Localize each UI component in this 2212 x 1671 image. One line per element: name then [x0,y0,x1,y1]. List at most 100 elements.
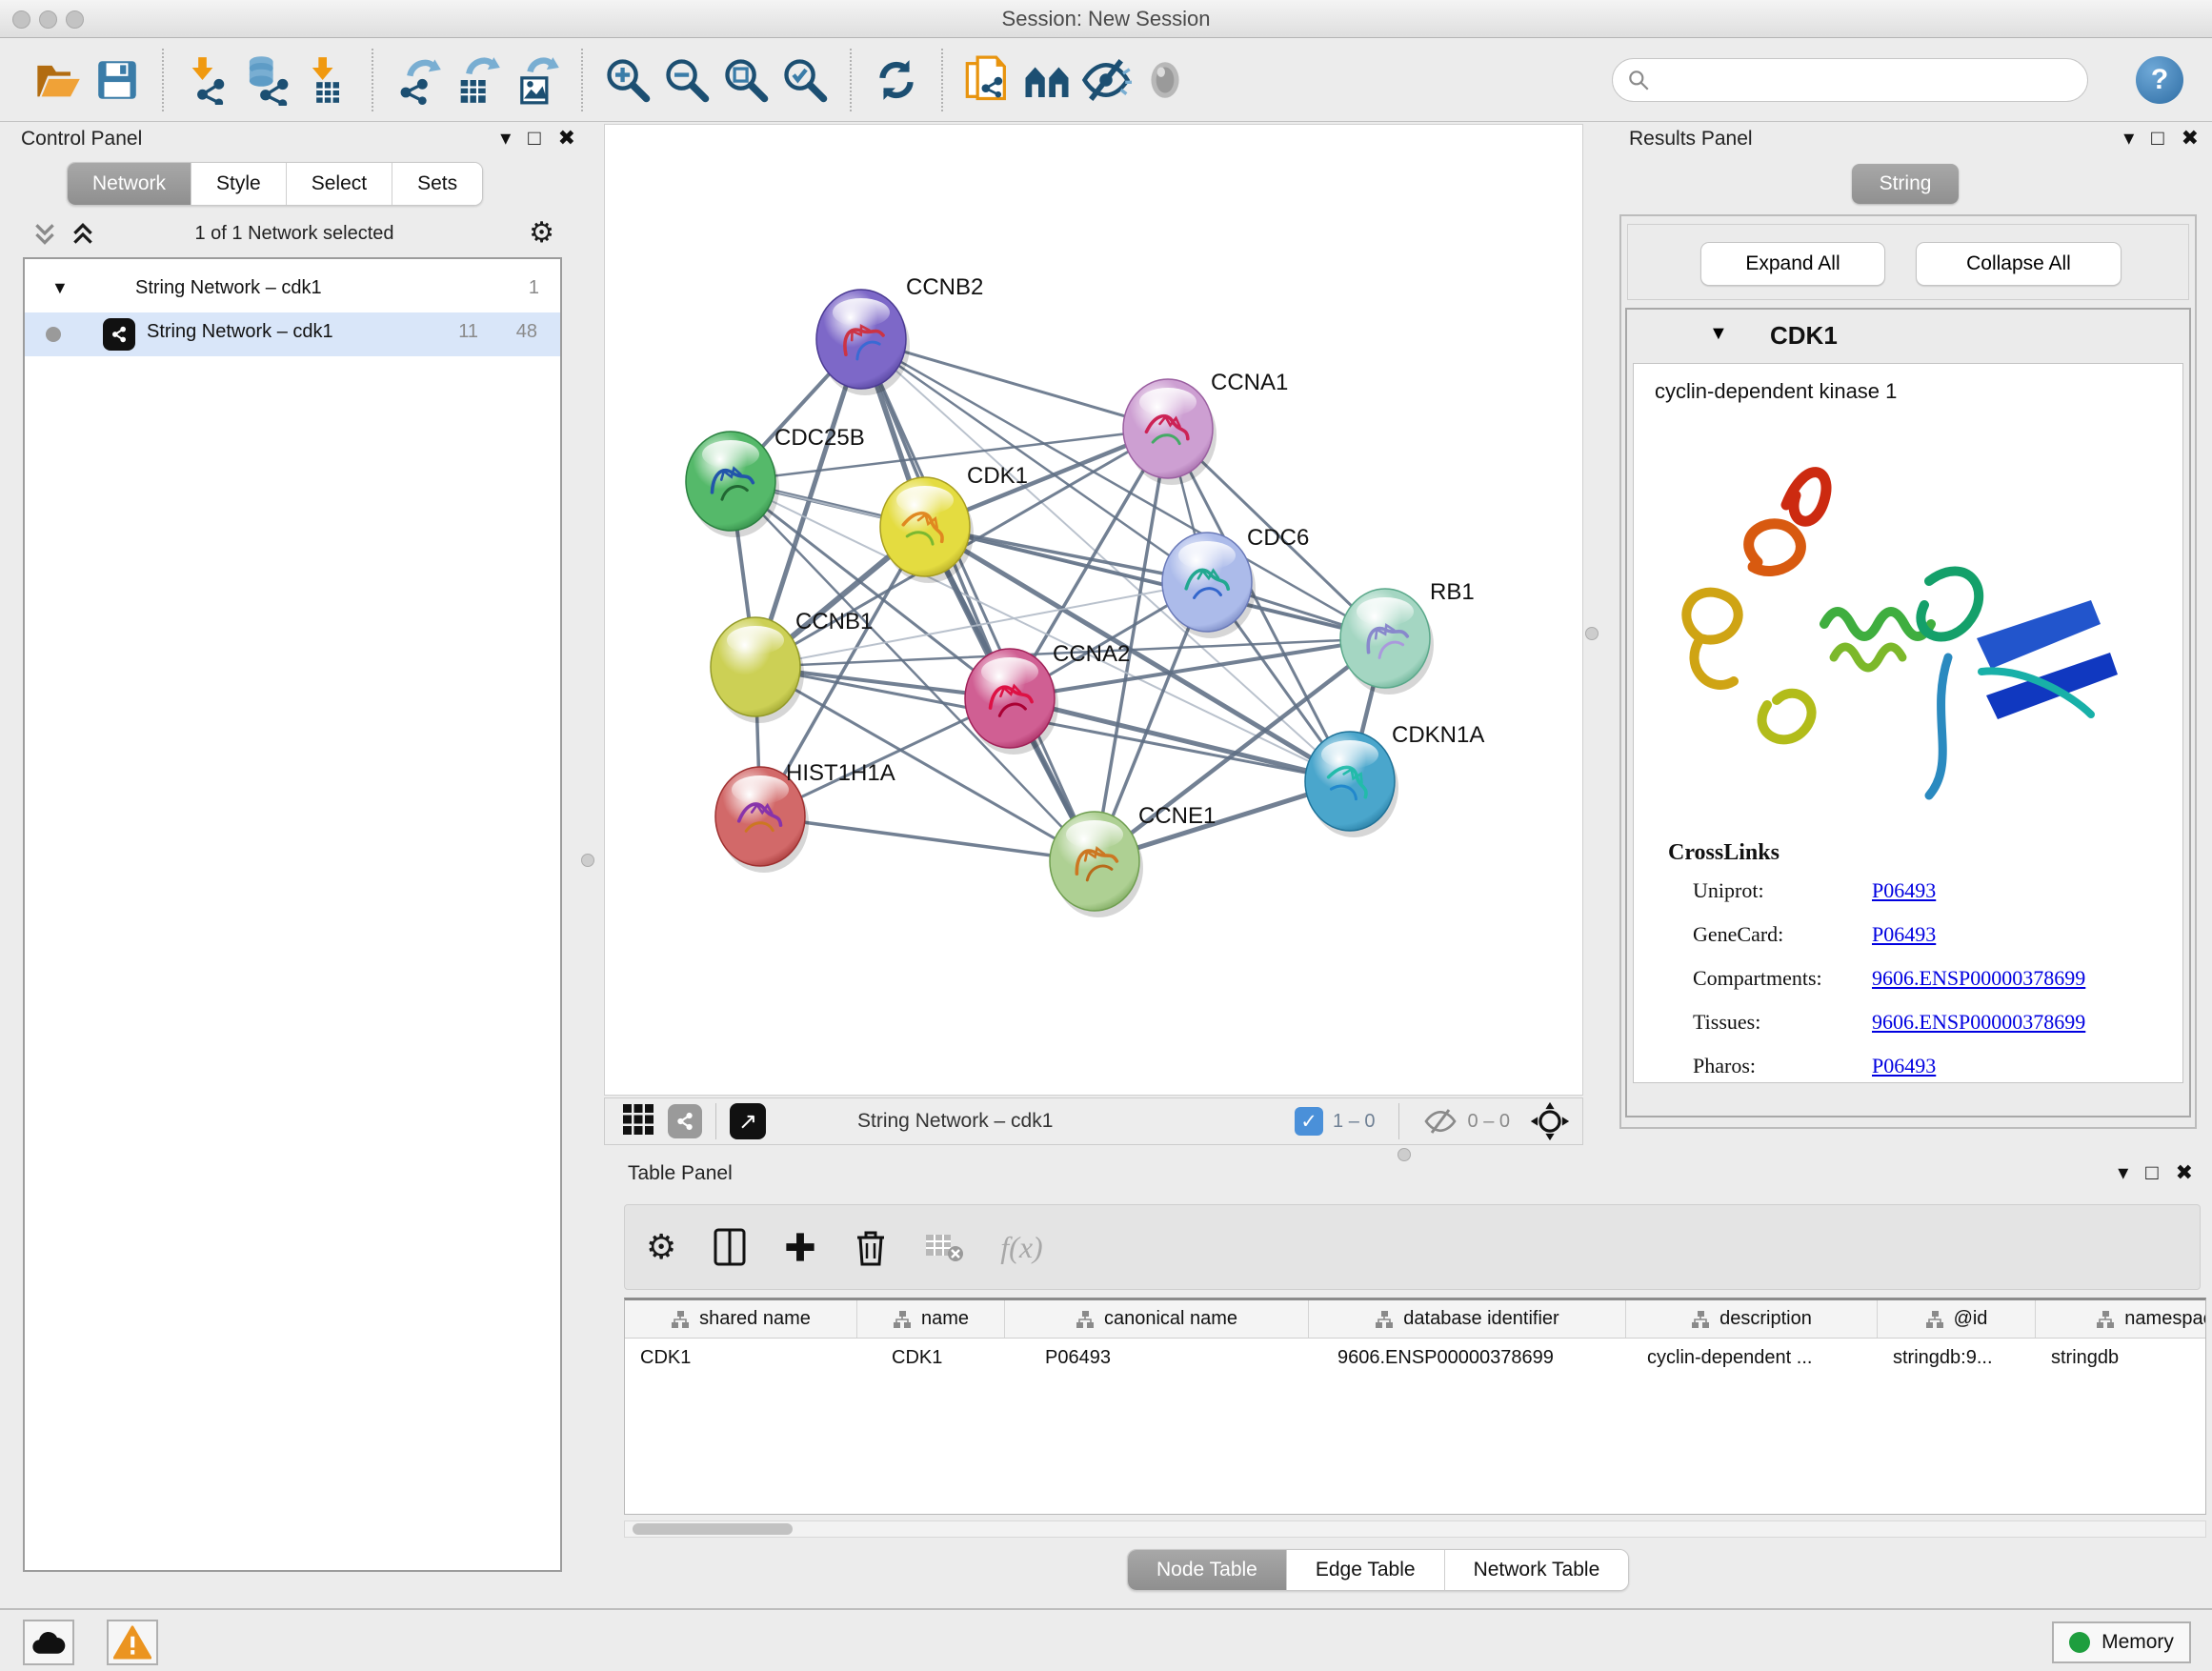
network-node-RB1[interactable] [1340,589,1434,695]
export-table-icon [452,55,502,105]
save-session-button[interactable] [88,50,147,111]
hide-selected-button[interactable] [1076,50,1136,111]
memory-button[interactable]: Memory [2052,1621,2191,1663]
table-options-gear-icon[interactable]: ⚙ [646,1230,676,1264]
node-label-CDK1: CDK1 [967,463,1028,489]
attribute-tree-icon [2096,1310,2115,1329]
help-button[interactable]: ? [2136,56,2183,104]
tab-network-table[interactable]: Network Table [1445,1550,1629,1590]
tab-sets[interactable]: Sets [392,163,482,205]
export-network-button[interactable] [389,50,448,111]
export-table-button[interactable] [448,50,507,111]
zoom-fit-icon [721,55,771,105]
section-collapse-triangle-icon[interactable]: ▼ [1709,323,1728,345]
tab-node-table[interactable]: Node Table [1128,1550,1287,1590]
results-panel-close-icon[interactable]: ✖ [2182,126,2199,151]
selected-nodes-checkbox-icon[interactable]: ✓ [1295,1107,1323,1136]
tab-edge-table[interactable]: Edge Table [1287,1550,1445,1590]
search-input[interactable] [1659,70,2074,91]
results-panel-float-icon[interactable]: □ [2151,126,2163,151]
import-table-button[interactable] [297,50,356,111]
scrollbar-thumb[interactable] [633,1523,793,1535]
tab-string[interactable]: String [1852,164,1959,204]
open-session-icon [33,55,83,105]
column-header[interactable]: @id [1878,1300,2036,1338]
column-header[interactable]: description [1626,1300,1878,1338]
network-node-CCNA1[interactable] [1123,379,1217,485]
table-panel-float-icon[interactable]: □ [2145,1160,2158,1185]
export-image-button[interactable] [507,50,566,111]
collapse-all-button[interactable]: Collapse All [1916,242,2122,286]
zoom-fit-button[interactable] [716,50,775,111]
vertical-splitter-handle[interactable] [581,854,594,867]
cell-database-identifier: 9606.ENSP00000378699 [1309,1339,1626,1377]
table-row[interactable]: CDK1 CDK1 P06493 9606.ENSP00000378699 cy… [625,1339,2205,1377]
pan-crosshair-icon[interactable] [1529,1100,1571,1142]
network-node-CCNB1[interactable] [711,617,804,723]
network-node-CDK1[interactable] [880,477,974,583]
table-panel-minimize-icon[interactable]: ▾ [2118,1160,2128,1185]
show-all-button[interactable] [1136,50,1195,111]
vertical-splitter-handle[interactable] [1585,627,1599,640]
grid-view-icon[interactable] [622,1103,654,1140]
network-node-CCNA2[interactable] [965,649,1058,755]
import-network-button[interactable] [179,50,238,111]
string-network-graph[interactable]: CCNB2CCNA1CDC25BCDK1CDC6RB1CCNB1CCNA2CDK… [605,125,1582,1095]
crosslink-row: Compartments: 9606.ENSP00000378699 [1693,966,2169,991]
tab-select[interactable]: Select [287,163,392,205]
cloud-status-button[interactable] [23,1620,74,1665]
table-panel-close-icon[interactable]: ✖ [2176,1160,2193,1185]
share-view-icon[interactable] [668,1104,702,1138]
column-header[interactable]: namespace [2036,1300,2206,1338]
open-session-button[interactable] [29,50,88,111]
control-panel-close-icon[interactable]: ✖ [558,126,575,151]
show-columns-icon[interactable] [713,1227,747,1267]
delete-column-icon[interactable] [854,1227,888,1267]
crosslink-link[interactable]: P06493 [1872,922,1936,947]
collapse-triangle-icon[interactable]: ▼ [51,278,69,298]
crosslink-link[interactable]: 9606.ENSP00000378699 [1872,1010,2085,1035]
table-horizontal-scrollbar[interactable] [624,1520,2206,1538]
crosslink-link[interactable]: P06493 [1872,878,1936,903]
zoom-in-button[interactable] [598,50,657,111]
network-node-CDKN1A[interactable] [1305,732,1398,837]
node-table[interactable]: shared name name canonical name database… [624,1298,2206,1515]
column-header[interactable]: shared name [625,1300,857,1338]
toolbar-separator [162,49,164,111]
tab-network[interactable]: Network [68,163,191,205]
control-panel-float-icon[interactable]: □ [528,126,540,151]
crosslinks-title: CrossLinks [1668,840,1780,866]
column-header[interactable]: database identifier [1309,1300,1626,1338]
network-node-CCNE1[interactable] [1050,812,1143,917]
duplicate-network-button[interactable] [958,50,1017,111]
zoom-selected-button[interactable] [775,50,835,111]
results-panel-minimize-icon[interactable]: ▾ [2123,126,2134,151]
tab-style[interactable]: Style [191,163,287,205]
protein-structure-image [1643,419,2177,819]
main-toolbar: ? [0,39,2212,122]
first-neighbors-button[interactable] [1017,50,1076,111]
network-node-CCNB2[interactable] [816,290,910,395]
hidden-nodes-eye-icon[interactable] [1422,1107,1458,1136]
control-panel-minimize-icon[interactable]: ▾ [500,126,511,151]
add-column-icon[interactable] [783,1230,817,1264]
network-collection-row[interactable]: ▼ String Network – cdk1 1 [25,269,560,312]
crosslink-link[interactable]: P06493 [1872,1054,1936,1078]
network-options-gear-icon[interactable]: ⚙ [529,219,554,248]
refresh-button[interactable] [867,50,926,111]
column-header[interactable]: canonical name [1005,1300,1309,1338]
expand-all-button[interactable]: Expand All [1700,242,1885,286]
column-header[interactable]: name [857,1300,1005,1338]
import-database-button[interactable] [238,50,297,111]
crosslink-label: Pharos: [1693,1054,1756,1077]
zoom-out-button[interactable] [657,50,716,111]
crosslink-link[interactable]: 9606.ENSP00000378699 [1872,966,2085,991]
open-in-new-window-icon[interactable]: ↗ [730,1103,766,1139]
warning-status-button[interactable] [107,1620,158,1665]
crosslink-label: Compartments: [1693,966,1822,990]
network-node-CDC6[interactable] [1162,533,1256,638]
network-node-CDC25B[interactable] [686,432,779,537]
network-view-canvas[interactable]: CCNB2CCNA1CDC25BCDK1CDC6RB1CCNB1CCNA2CDK… [604,124,1583,1096]
search-box[interactable] [1612,58,2088,102]
network-row-selected[interactable]: String Network – cdk1 11 48 [25,312,560,356]
